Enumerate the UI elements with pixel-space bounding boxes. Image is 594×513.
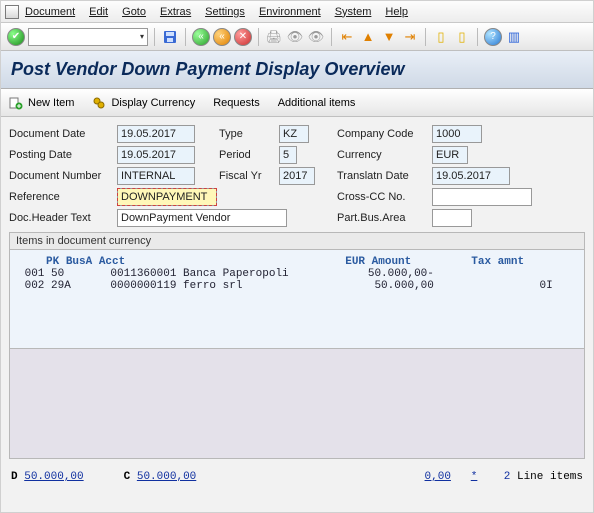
next-page-icon[interactable]: ▼ — [380, 28, 398, 46]
table-row[interactable]: 002 29A 0000000119 ferro srl 50.000,00 0… — [18, 280, 576, 292]
prev-page-icon[interactable]: ▲ — [359, 28, 377, 46]
document-number-field[interactable] — [117, 167, 195, 185]
label-fiscal-year: Fiscal Yr — [219, 170, 279, 182]
label-period: Period — [219, 149, 279, 161]
menu-goto[interactable]: Goto — [122, 6, 146, 18]
header-text-field[interactable] — [117, 209, 287, 227]
first-page-icon[interactable]: ⇤ — [338, 28, 356, 46]
posting-date-field[interactable] — [117, 146, 195, 164]
footer-star: * — [471, 471, 478, 483]
additional-items-button[interactable]: Additional items — [278, 97, 356, 109]
find-next-icon[interactable]: 👁 — [307, 28, 325, 46]
label-header-text: Doc.Header Text — [9, 212, 117, 224]
menu-document[interactable]: Document — [25, 6, 75, 18]
exit-button[interactable]: « — [213, 28, 231, 46]
label-document-date: Document Date — [9, 128, 117, 140]
menu-environment[interactable]: Environment — [259, 6, 321, 18]
reference-field[interactable] — [117, 188, 217, 206]
application-toolbar: New Item Display Currency Requests Addit… — [1, 89, 593, 117]
items-header: PK BusA AcctEUR AmountTax amnt — [18, 256, 576, 268]
additional-items-label: Additional items — [278, 97, 356, 109]
debit-label: D — [11, 471, 18, 483]
difference-total: 0,00 — [425, 471, 451, 483]
currency-icon — [92, 96, 106, 110]
display-currency-button[interactable]: Display Currency — [92, 96, 195, 110]
form-area: Document Date Type Company Code Posting … — [1, 117, 593, 463]
menu-system[interactable]: System — [335, 6, 372, 18]
label-document-number: Document Number — [9, 170, 117, 182]
table-row[interactable]: 001 50 0011360001 Banca Paperopoli 50.00… — [18, 268, 576, 280]
menu-help[interactable]: Help — [385, 6, 408, 18]
lower-panel — [9, 349, 585, 459]
period-field[interactable] — [279, 146, 297, 164]
line-count-label: Line items — [517, 471, 583, 483]
cross-cc-field[interactable] — [432, 188, 532, 206]
label-currency: Currency — [337, 149, 432, 161]
type-field[interactable] — [279, 125, 309, 143]
enter-button[interactable]: ✔ — [7, 28, 25, 46]
page-title: Post Vendor Down Payment Display Overvie… — [1, 51, 593, 89]
menu-extras[interactable]: Extras — [160, 6, 191, 18]
label-cross-cc: Cross-CC No. — [337, 191, 432, 203]
label-company-code: Company Code — [337, 128, 432, 140]
label-type: Type — [219, 128, 279, 140]
new-session-icon[interactable]: ▯ — [432, 28, 450, 46]
requests-button[interactable]: Requests — [213, 97, 259, 109]
translation-date-field[interactable] — [432, 167, 510, 185]
menu-settings[interactable]: Settings — [205, 6, 245, 18]
app-menu-icon[interactable] — [5, 5, 19, 19]
command-field[interactable]: ▾ — [28, 28, 148, 46]
last-page-icon[interactable]: ⇥ — [401, 28, 419, 46]
items-panel: PK BusA AcctEUR AmountTax amnt 001 50 00… — [9, 249, 585, 349]
items-group-title: Items in document currency — [9, 232, 585, 249]
new-item-label: New Item — [28, 97, 74, 109]
new-item-icon — [9, 96, 23, 110]
label-part-bus-area: Part.Bus.Area — [337, 212, 432, 224]
requests-label: Requests — [213, 97, 259, 109]
label-reference: Reference — [9, 191, 117, 203]
part-bus-area-field[interactable] — [432, 209, 472, 227]
create-shortcut-icon[interactable]: ▯ — [453, 28, 471, 46]
line-count: 2 — [504, 471, 511, 483]
save-icon[interactable] — [161, 28, 179, 46]
cancel-button[interactable]: ✕ — [234, 28, 252, 46]
layout-menu-icon[interactable]: ▥ — [505, 28, 523, 46]
credit-label: C — [124, 471, 131, 483]
label-posting-date: Posting Date — [9, 149, 117, 161]
fiscal-year-field[interactable] — [279, 167, 315, 185]
credit-total: 50.000,00 — [137, 471, 196, 483]
menu-bar: Document Edit Goto Extras Settings Envir… — [1, 1, 593, 23]
debit-total: 50.000,00 — [24, 471, 83, 483]
back-button[interactable]: « — [192, 28, 210, 46]
document-date-field[interactable] — [117, 125, 195, 143]
display-currency-label: Display Currency — [111, 97, 195, 109]
help-icon[interactable]: ? — [484, 28, 502, 46]
new-item-button[interactable]: New Item — [9, 96, 74, 110]
label-translation-date: Translatn Date — [337, 170, 432, 182]
company-code-field[interactable] — [432, 125, 482, 143]
menu-edit[interactable]: Edit — [89, 6, 108, 18]
print-icon[interactable]: 🖨 — [265, 28, 283, 46]
find-icon[interactable]: 👁 — [286, 28, 304, 46]
standard-toolbar: ✔ ▾ « « ✕ 🖨 👁 👁 ⇤ ▲ ▼ ⇥ ▯ ▯ ? ▥ — [1, 23, 593, 51]
footer-totals: D 50.000,00 C 50.000,00 0,00 * 2 Line it… — [1, 463, 593, 493]
currency-field[interactable] — [432, 146, 468, 164]
